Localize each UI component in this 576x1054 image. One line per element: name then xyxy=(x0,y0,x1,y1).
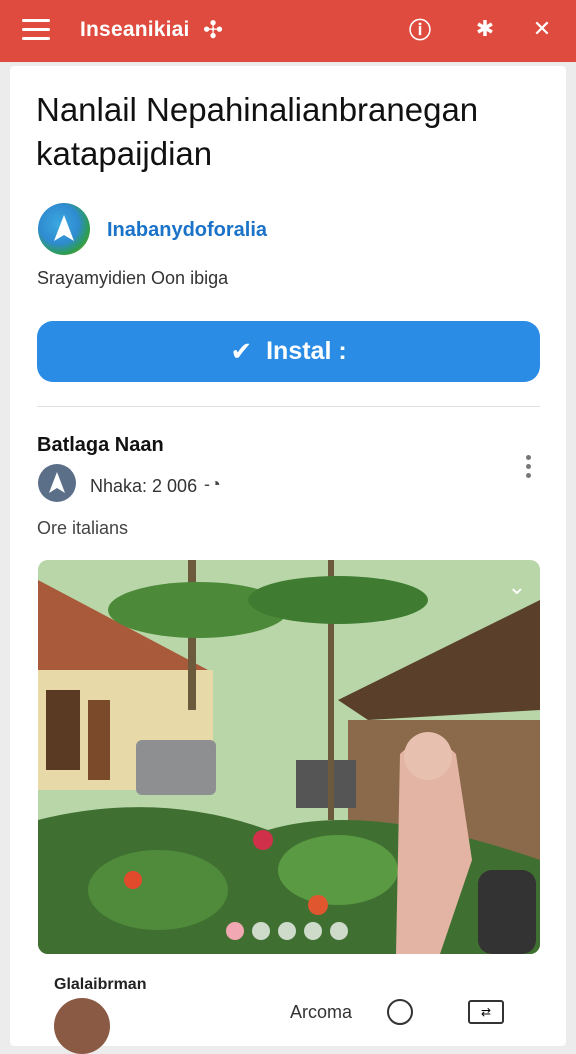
divider xyxy=(37,406,540,407)
post-caption: Ore italians xyxy=(37,518,129,538)
footer-avatar[interactable] xyxy=(54,998,110,1054)
carousel-dot[interactable] xyxy=(330,922,348,940)
install-label: Instal : xyxy=(266,337,347,365)
app-logo xyxy=(38,203,90,255)
page-title: Nanlail Nepahinalianbranegan katapaijdia… xyxy=(36,91,479,172)
close-icon[interactable]: ✕ xyxy=(527,14,557,44)
app-name[interactable]: Inabanydoforalia xyxy=(107,219,267,242)
share-icon[interactable]: ⇄ xyxy=(468,1000,504,1024)
brand-pin-icon: ✣ xyxy=(203,17,224,44)
carousel-dot[interactable] xyxy=(252,922,270,940)
chevron-down-icon[interactable]: ⌄ xyxy=(508,574,526,600)
install-button[interactable]: ✔ Instal : xyxy=(37,321,540,382)
brand-name: Inseanikiai xyxy=(80,18,190,41)
app-subtitle: Srayamyidien Oon ibiga xyxy=(37,268,229,288)
check-icon: ✔ xyxy=(230,336,253,366)
carousel-dot[interactable] xyxy=(304,922,322,940)
comment-icon[interactable] xyxy=(387,999,413,1025)
more-options-icon[interactable] xyxy=(522,455,534,485)
photo-illustration xyxy=(38,560,540,954)
post-meta: Nhaka: 2 006 xyxy=(90,476,198,496)
carousel-dot[interactable] xyxy=(226,922,244,940)
footer-text: Arcoma xyxy=(290,1002,353,1022)
globe-icon: -◔ xyxy=(204,474,221,494)
top-app-bar: Inseanikiai ✣ ⓘ ✱ ✕ xyxy=(0,0,576,62)
alert-icon[interactable]: ⓘ xyxy=(405,14,435,44)
carousel-dots xyxy=(226,922,348,940)
avatar[interactable] xyxy=(38,464,76,502)
footer-label: Glalaibrman xyxy=(54,976,147,993)
puzzle-icon[interactable]: ✱ xyxy=(470,14,500,44)
carousel-dot[interactable] xyxy=(278,922,296,940)
post-photo[interactable]: ⌄ xyxy=(38,560,540,954)
menu-icon[interactable] xyxy=(22,19,50,41)
post-author-name[interactable]: Batlaga Naan xyxy=(37,434,164,457)
